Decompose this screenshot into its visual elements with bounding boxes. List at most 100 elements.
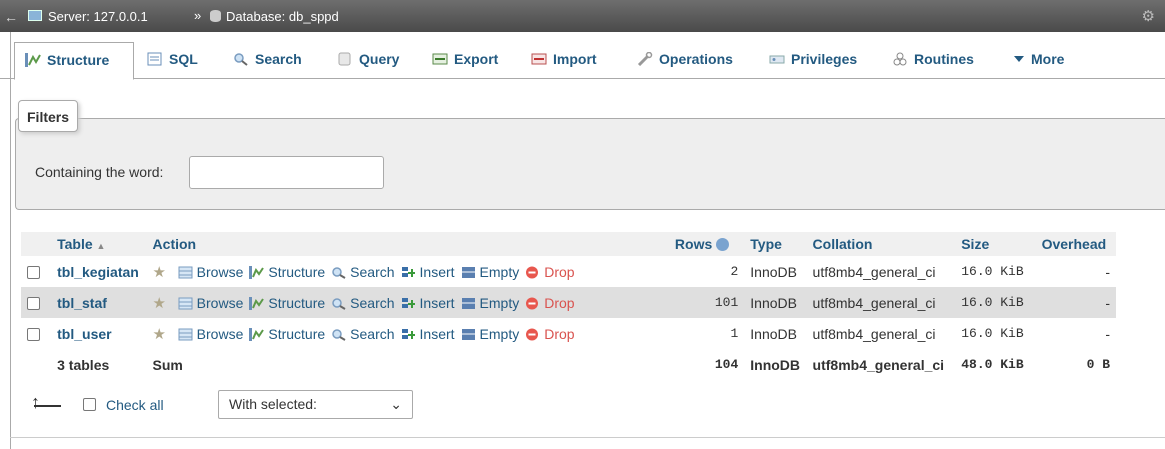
tab-routines[interactable]: Routines: [892, 42, 974, 79]
help-icon[interactable]: [716, 238, 730, 251]
row-checkbox[interactable]: [27, 296, 40, 310]
arrow-up-icon: ↑: [31, 392, 40, 412]
action-drop[interactable]: Drop: [525, 294, 575, 311]
action-structure[interactable]: Structure: [249, 264, 325, 280]
action-label: Drop: [544, 263, 575, 280]
tab-query[interactable]: Query: [337, 42, 399, 79]
action-insert[interactable]: Insert: [401, 326, 455, 342]
check-all-label[interactable]: Check all: [106, 397, 164, 413]
action-empty[interactable]: Empty: [461, 325, 520, 342]
action-browse[interactable]: Browse: [178, 294, 244, 311]
tab-label: Export: [454, 51, 499, 67]
tab-more[interactable]: More: [1013, 42, 1064, 79]
action-label: Empty: [479, 294, 520, 311]
empty-icon: [461, 266, 476, 279]
action-empty[interactable]: Empty: [461, 294, 520, 311]
action-label: Search: [350, 325, 395, 342]
tab-export[interactable]: Export: [432, 42, 498, 79]
breadcrumb-database[interactable]: Database: db_sppd: [226, 9, 339, 24]
table-name[interactable]: tbl_staf: [57, 295, 107, 311]
header-table[interactable]: Table ▲: [51, 232, 147, 256]
back-arrow-icon[interactable]: ←: [4, 9, 18, 25]
breadcrumb-server[interactable]: Server: 127.0.0.1: [48, 9, 148, 24]
empty-icon: [461, 328, 476, 341]
structure-icon: [25, 45, 41, 67]
tab-import[interactable]: Import: [531, 42, 597, 79]
rows-count: 1: [668, 318, 745, 349]
action-search[interactable]: Search: [331, 264, 395, 280]
tab-operations[interactable]: Operations: [637, 42, 733, 79]
header-type[interactable]: Type: [744, 232, 807, 256]
table-row: tbl_staf ★ Browse Structure Search Insert Emp…: [21, 287, 1116, 318]
engine-type: InnoDB: [744, 287, 807, 318]
action-label: Drop: [544, 325, 575, 342]
action-label: Structure: [268, 263, 326, 280]
filter-input[interactable]: [189, 156, 384, 189]
action-label: Search: [350, 294, 395, 311]
tab-search[interactable]: Search: [233, 42, 302, 79]
action-label: Drop: [544, 294, 575, 311]
tab-label: Privileges: [791, 51, 858, 67]
action-browse[interactable]: Browse: [178, 263, 244, 280]
collation: utf8mb4_general_ci: [806, 256, 956, 287]
gear-icon[interactable]: ⚙: [1142, 7, 1155, 25]
tab-label: Structure: [47, 52, 110, 68]
action-insert[interactable]: Insert: [401, 295, 455, 311]
favorite-star-icon[interactable]: ★: [153, 326, 166, 343]
favorite-star-icon[interactable]: ★: [153, 295, 166, 312]
action-drop[interactable]: Drop: [525, 325, 575, 342]
export-icon: [432, 44, 448, 65]
search-icon: [233, 44, 249, 66]
table-row: tbl_user ★ Browse Structure Search Insert Emp…: [21, 318, 1116, 349]
check-all-checkbox[interactable]: [83, 398, 96, 411]
summary-rows: 104: [668, 349, 745, 380]
favorite-star-icon[interactable]: ★: [153, 264, 166, 281]
drop-icon: [525, 328, 540, 341]
action-drop[interactable]: Drop: [525, 263, 575, 280]
empty-icon: [461, 297, 476, 310]
header-rows-label: Rows: [674, 236, 713, 252]
header-action: Action: [146, 232, 669, 256]
header-overhead[interactable]: Overhead: [1035, 232, 1116, 256]
header-rows[interactable]: Rows: [668, 232, 745, 256]
action-structure[interactable]: Structure: [249, 326, 325, 342]
overhead: -: [1035, 318, 1116, 349]
size: 16.0 KiB: [955, 287, 1036, 318]
filters-panel: [15, 118, 1165, 210]
table-name[interactable]: tbl_kegiatan: [57, 264, 139, 280]
collation: utf8mb4_general_ci: [806, 287, 956, 318]
action-empty[interactable]: Empty: [461, 263, 520, 280]
row-checkbox[interactable]: [27, 327, 40, 341]
action-label: Browse: [196, 294, 244, 311]
sort-ascending-icon: ▲: [96, 241, 106, 251]
browse-icon: [178, 297, 193, 310]
header-checkbox-cell: [21, 232, 52, 256]
drop-icon: [525, 266, 540, 279]
actions-cell: ★ Browse Structure Search Insert Empty Drop: [146, 256, 669, 287]
header-collation[interactable]: Collation: [806, 232, 956, 256]
tab-privileges[interactable]: Privileges: [769, 42, 857, 79]
row-checkbox-cell: [21, 318, 52, 349]
action-browse[interactable]: Browse: [178, 325, 244, 342]
summary-size: 48.0 KiB: [955, 349, 1036, 380]
tab-label: SQL: [169, 51, 198, 67]
action-search[interactable]: Search: [331, 294, 395, 311]
action-search[interactable]: Search: [331, 325, 395, 342]
header-size[interactable]: Size: [955, 232, 1036, 256]
with-selected-select[interactable]: With selected: ⌄: [218, 390, 413, 419]
action-structure[interactable]: Structure: [249, 295, 325, 311]
action-label: Browse: [196, 325, 244, 342]
row-checkbox[interactable]: [27, 265, 40, 279]
action-label: Empty: [479, 325, 520, 342]
action-label: Empty: [479, 263, 520, 280]
table-name-cell: tbl_user: [51, 318, 147, 349]
action-label: Browse: [196, 263, 244, 280]
tab-label: Import: [553, 51, 597, 67]
action-insert[interactable]: Insert: [401, 264, 455, 280]
table-name[interactable]: tbl_user: [57, 326, 111, 342]
tab-sql[interactable]: SQL: [147, 42, 198, 79]
tab-label: More: [1031, 51, 1065, 67]
tab-structure[interactable]: Structure: [14, 42, 134, 80]
size: 16.0 KiB: [955, 256, 1036, 287]
privileges-icon: [769, 44, 785, 64]
